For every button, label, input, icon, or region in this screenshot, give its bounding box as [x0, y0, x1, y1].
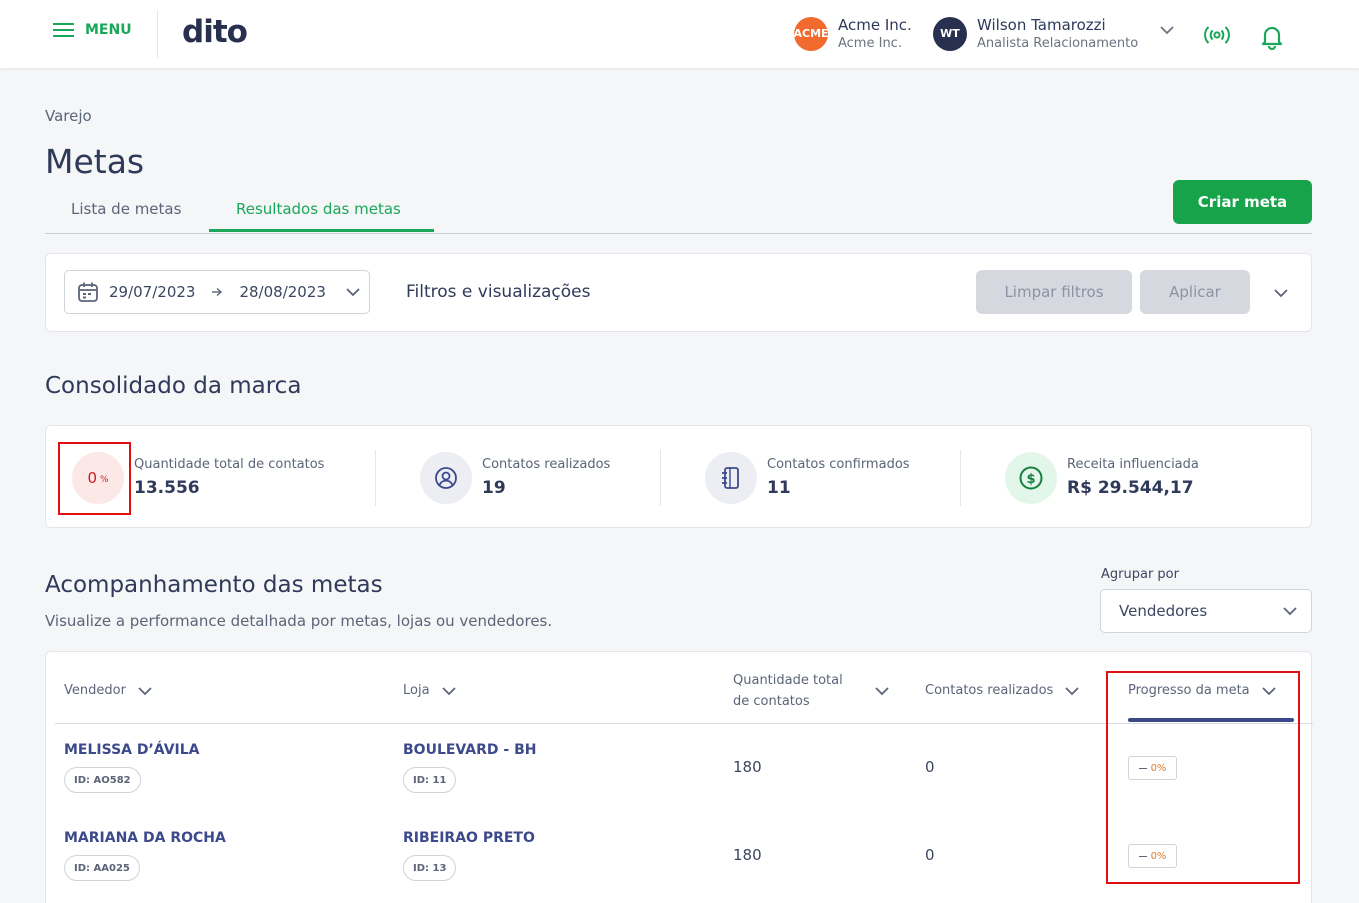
header-divider: [157, 10, 158, 58]
chevron-down-icon: [346, 288, 360, 297]
column-header-total-contacts[interactable]: Quantidade total de contatos: [733, 670, 889, 712]
stat-influenced-revenue: $ Receita influenciada R$ 29.544,17: [1005, 426, 1199, 529]
filter-bar: 29/07/2023 28/08/2023 Filtros e visualiz…: [45, 253, 1312, 332]
company-name: Acme Inc.: [838, 16, 912, 34]
menu-button[interactable]: MENU: [53, 22, 132, 38]
seller-name[interactable]: MARIANA DA ROCHA: [64, 830, 226, 846]
group-by-select[interactable]: Vendedores: [1100, 589, 1312, 633]
tab-resultados-das-metas[interactable]: Resultados das metas: [236, 200, 401, 218]
stat-contacts-made: Contatos realizados 19: [420, 426, 610, 529]
expand-filters-button[interactable]: [1268, 282, 1294, 304]
stat-divider: [375, 450, 376, 506]
breadcrumb: Varejo: [45, 107, 92, 125]
contacts-made-value: 0: [925, 846, 935, 864]
highlight-box: [58, 442, 131, 515]
chevron-down-icon: [1274, 289, 1288, 298]
stat-contacts-confirmed: Contatos confirmados 11: [705, 426, 910, 529]
company-switcher[interactable]: ACME Acme Inc. Acme Inc.: [793, 16, 912, 51]
stat-value: 19: [482, 478, 506, 498]
arrow-right-icon: [212, 287, 223, 297]
chevron-down-icon: [138, 686, 152, 695]
date-start: 29/07/2023: [109, 283, 196, 301]
calendar-icon: [78, 282, 98, 302]
user-circle-icon: [420, 451, 472, 504]
clear-filters-button[interactable]: Limpar filtros: [976, 270, 1132, 314]
chevron-down-icon: [1283, 607, 1297, 616]
stat-value: 13.556: [134, 478, 200, 498]
column-header-store[interactable]: Loja: [403, 683, 456, 698]
tab-lista-de-metas[interactable]: Lista de metas: [71, 200, 181, 218]
stat-divider: [660, 450, 661, 506]
page-title: Metas: [45, 142, 145, 181]
menu-label: MENU: [85, 22, 132, 38]
store-name[interactable]: RIBEIRAO PRETO: [403, 830, 535, 846]
apply-button[interactable]: Aplicar: [1140, 270, 1250, 314]
chevron-down-icon: [1160, 25, 1174, 34]
chevron-down-icon: [1065, 686, 1079, 695]
active-tab-indicator: [209, 229, 434, 232]
column-header-contacts-made[interactable]: Contatos realizados: [925, 683, 1079, 698]
top-bar: MENU dito ACME Acme Inc. Acme Inc. WT Wi…: [0, 0, 1359, 68]
date-end: 28/08/2023: [239, 283, 326, 301]
seller-name[interactable]: MELISSA D’ÁVILA: [64, 742, 200, 758]
tracking-subtitle: Visualize a performance detalhada por me…: [45, 612, 553, 630]
date-range-picker[interactable]: 29/07/2023 28/08/2023: [64, 270, 370, 314]
chevron-down-icon: [875, 687, 889, 696]
create-goal-button[interactable]: Criar meta: [1173, 180, 1312, 224]
group-by-value: Vendedores: [1119, 602, 1208, 620]
bell-icon[interactable]: [1260, 24, 1284, 50]
total-contacts-value: 180: [733, 758, 762, 776]
group-by-label: Agrupar por: [1101, 567, 1179, 582]
company-avatar: ACME: [793, 16, 829, 51]
notebook-icon: [705, 451, 757, 504]
seller-id-badge: ID: AA025: [64, 855, 140, 881]
store-id-badge: ID: 11: [403, 767, 457, 793]
user-avatar: WT: [933, 16, 967, 51]
store-name[interactable]: BOULEVARD - BH: [403, 742, 537, 758]
stats-card: 0% Quantidade total de contatos 13.556 C…: [45, 425, 1312, 528]
stat-value: R$ 29.544,17: [1067, 478, 1194, 498]
company-sub: Acme Inc.: [838, 36, 902, 51]
tab-bar: Lista de metas Resultados das metas: [45, 192, 1312, 234]
contacts-made-value: 0: [925, 758, 935, 776]
consolidated-title: Consolidado da marca: [45, 373, 302, 399]
tracking-title: Acompanhamento das metas: [45, 572, 383, 598]
user-menu[interactable]: WT Wilson Tamarozzi Analista Relacioname…: [933, 16, 1174, 51]
dollar-icon: $: [1005, 451, 1057, 504]
svg-text:$: $: [1026, 472, 1035, 487]
total-contacts-value: 180: [733, 846, 762, 864]
stat-value: 11: [767, 478, 791, 498]
stat-label: Contatos confirmados: [767, 457, 910, 472]
user-name: Wilson Tamarozzi: [977, 16, 1106, 34]
stat-divider: [960, 450, 961, 506]
store-id-badge: ID: 13: [403, 855, 457, 881]
chevron-down-icon: [441, 686, 456, 695]
live-signal-icon[interactable]: [1204, 22, 1230, 48]
column-header-seller[interactable]: Vendedor: [64, 683, 152, 698]
stat-label: Contatos realizados: [482, 457, 611, 472]
seller-id-badge: ID: AO582: [64, 767, 141, 793]
user-role: Analista Relacionamento: [977, 36, 1139, 51]
highlight-box: [1106, 671, 1300, 884]
stat-label: Quantidade total de contatos: [134, 457, 325, 472]
filters-title: Filtros e visualizações: [406, 282, 591, 302]
dito-logo[interactable]: dito: [182, 14, 248, 50]
stat-label: Receita influenciada: [1067, 457, 1199, 472]
hamburger-icon: [53, 23, 74, 37]
